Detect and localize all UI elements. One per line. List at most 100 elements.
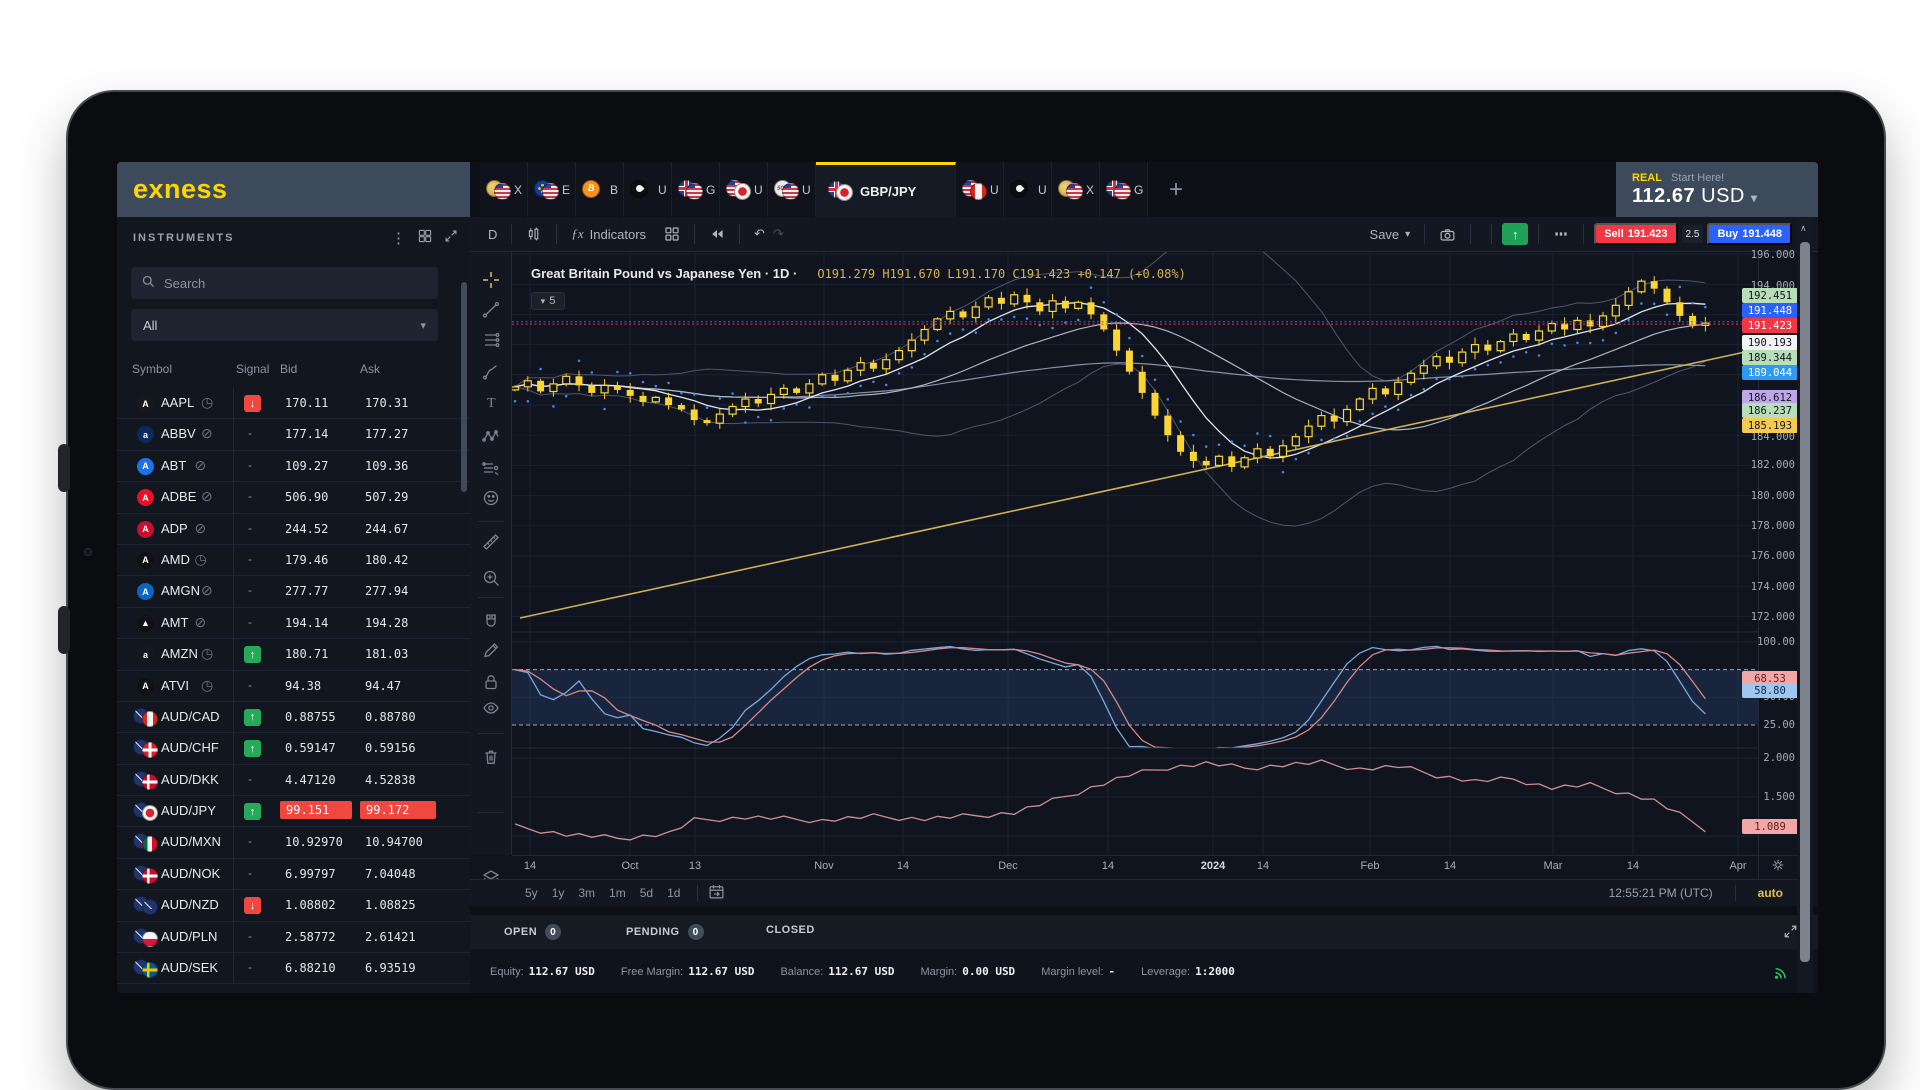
bid-value: 109.27 <box>285 459 328 473</box>
crosshair-icon[interactable] <box>481 270 501 290</box>
range-button-5y[interactable]: 5y <box>525 886 538 900</box>
symbol-tab-gbp-jpy[interactable]: GBP/JPY <box>816 162 956 217</box>
symbol-tab-gbp-usd[interactable]: G <box>672 162 720 217</box>
metric-label: Free Margin: <box>621 966 683 978</box>
instrument-row[interactable]: AUD/PLN-2.587722.61421 <box>117 922 470 953</box>
clock-status-icon: ◷ <box>201 677 213 694</box>
price-chart-svg[interactable] <box>512 252 1758 855</box>
hide-icon[interactable] <box>481 698 501 718</box>
indicators-legend-toggle[interactable]: ▾5 <box>531 292 565 310</box>
instrument-row[interactable]: AADP⊘-244.52244.67 <box>117 514 470 545</box>
instrument-row[interactable]: AUD/NOK-6.997977.04048 <box>117 859 470 890</box>
lock-icon[interactable] <box>481 672 501 692</box>
instrument-row[interactable]: AUD/JPY↑99.15199.172 <box>117 796 470 827</box>
magnet-icon[interactable] <box>481 612 501 632</box>
symbol-tab-oil[interactable]: U <box>624 162 672 217</box>
chart-type-icon[interactable] <box>522 226 546 242</box>
go-to-date-icon[interactable] <box>708 883 725 903</box>
kebab-menu-icon[interactable]: ⋮ <box>391 229 406 247</box>
instrument-row[interactable]: AABT⊘-109.27109.36 <box>117 451 470 482</box>
remove-icon[interactable] <box>481 747 501 767</box>
instrument-row[interactable]: AUD/SEK-6.882106.93519 <box>117 953 470 984</box>
brush-icon[interactable] <box>481 362 501 382</box>
range-button-1m[interactable]: 1m <box>609 886 626 900</box>
instrument-row[interactable]: AUD/CAD↑0.887550.88780 <box>117 702 470 733</box>
ruler-icon[interactable] <box>481 532 501 552</box>
positions-tab-closed[interactable]: CLOSED <box>766 924 815 936</box>
symbol-tab-xau-usd[interactable]: X <box>1052 162 1100 217</box>
symbol-tab-oil[interactable]: U <box>1004 162 1052 217</box>
clock-status-icon: ◷ <box>201 394 213 411</box>
forecast-icon[interactable] <box>481 458 501 478</box>
time-axis[interactable]: 14Oct13Nov14Dec14202414Feb14Mar14Apr <box>512 855 1758 879</box>
instrument-row[interactable]: AATVI◷-94.3894.47 <box>117 671 470 702</box>
range-button-1d[interactable]: 1d <box>667 886 680 900</box>
symbol-tab-usd-cad[interactable]: U <box>956 162 1004 217</box>
save-button[interactable]: Save ▾ <box>1366 227 1415 242</box>
search-input[interactable] <box>164 276 404 291</box>
chart-title[interactable]: Great Britain Pound vs Japanese Yen · 1D… <box>531 266 797 281</box>
instrument-row[interactable]: AUD/MXN-10.9297010.94700 <box>117 827 470 858</box>
layout-grid-icon[interactable] <box>660 226 684 242</box>
volume-bars-icon[interactable] <box>1549 226 1573 242</box>
text-icon[interactable]: T <box>481 392 501 412</box>
buy-button[interactable]: Buy 191.448 <box>1707 223 1792 245</box>
range-button-1y[interactable]: 1y <box>552 886 565 900</box>
symbol-tab-gbp-usd[interactable]: G <box>1100 162 1148 217</box>
instrument-row[interactable]: AUD/DKK-4.471204.52838 <box>117 765 470 796</box>
replay-icon[interactable] <box>705 226 729 242</box>
category-filter-select[interactable]: All ▾ <box>131 309 438 341</box>
account-summary[interactable]: REAL Start Here! 112.67 USD ▾ <box>1632 172 1757 206</box>
drawing-mode-icon[interactable] <box>481 640 501 660</box>
symbol-tab-btc[interactable]: B <box>576 162 624 217</box>
zoom-in-icon[interactable] <box>481 568 501 588</box>
tab-label: G <box>1134 183 1143 197</box>
undo-icon[interactable]: ↶ <box>750 226 769 242</box>
xabcd-pattern-icon[interactable] <box>481 427 501 447</box>
symbol-tab-usd-jpy[interactable]: U <box>720 162 768 217</box>
instrument-row[interactable]: AAMGN⊘-277.77277.94 <box>117 576 470 607</box>
page-scrollbar[interactable]: ∧ <box>1797 217 1813 993</box>
instrument-row[interactable]: aABBV⊘-177.14177.27 <box>117 419 470 450</box>
gear-icon[interactable] <box>1771 858 1785 877</box>
add-tab-button[interactable]: + <box>1148 162 1204 217</box>
positions-tab-pending[interactable]: PENDING0 <box>626 924 704 940</box>
timeframe-button[interactable]: D <box>484 227 501 242</box>
sell-button[interactable]: Sell 191.423 <box>1594 223 1677 245</box>
expand-panel-icon[interactable] <box>1783 924 1798 944</box>
instrument-row[interactable]: ▲AMT⊘-194.14194.28 <box>117 608 470 639</box>
symbol-tab-xau-usd[interactable]: X <box>480 162 528 217</box>
redo-icon[interactable]: ↷ <box>769 226 788 242</box>
utc-clock[interactable]: 12:55:21 PM (UTC) <box>1609 886 1713 900</box>
trend-line-icon[interactable] <box>481 300 501 320</box>
fib-lines-icon[interactable] <box>481 330 501 350</box>
instrument-row[interactable]: aAMZN◷↑180.71181.03 <box>117 639 470 670</box>
one-click-trade-button[interactable]: ↑ <box>1502 223 1528 245</box>
stock-icon: A <box>137 489 154 506</box>
collapse-panel-icon[interactable] <box>444 229 458 248</box>
search-field[interactable] <box>131 267 438 299</box>
bid-value: 194.14 <box>285 616 328 630</box>
snapshot-camera-icon[interactable] <box>1435 226 1460 243</box>
instrument-row[interactable]: AAMD◷-179.46180.42 <box>117 545 470 576</box>
axis-settings-corner[interactable] <box>1758 855 1797 879</box>
instrument-row[interactable]: AAAPL◷↓170.11170.31 <box>117 388 470 419</box>
sidebar-scrollbar[interactable] <box>461 282 467 492</box>
instrument-row[interactable]: AUD/NZD↓1.088021.08825 <box>117 890 470 921</box>
symbol-tab-eur-usd[interactable]: E <box>528 162 576 217</box>
instrument-row[interactable]: AADBE⊘-506.90507.29 <box>117 482 470 513</box>
positions-tab-open[interactable]: OPEN0 <box>504 924 561 940</box>
signal-none: - <box>248 521 252 535</box>
auto-scale-toggle[interactable]: auto <box>1758 886 1783 900</box>
alarm-icon[interactable] <box>1817 176 1818 203</box>
range-button-5d[interactable]: 5d <box>640 886 653 900</box>
grid-view-icon[interactable] <box>418 229 432 248</box>
symbol-tab-us500[interactable]: U <box>768 162 816 217</box>
price-axis[interactable]: 196.000194.000184.000182.000180.000178.0… <box>1758 252 1797 855</box>
metric-item: Leverage:1:2000 <box>1141 965 1235 978</box>
indicators-button[interactable]: ƒx Indicators <box>567 226 650 242</box>
blocked-status-icon: ⊘ <box>201 582 213 599</box>
instrument-row[interactable]: AUD/CHF↑0.591470.59156 <box>117 733 470 764</box>
emoji-icon[interactable] <box>481 488 501 508</box>
range-button-3m[interactable]: 3m <box>578 886 595 900</box>
